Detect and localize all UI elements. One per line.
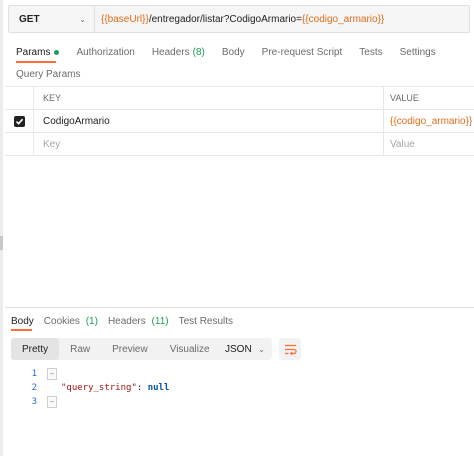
params-active-dot-icon xyxy=(54,49,60,55)
format-select[interactable]: JSON ⌄ xyxy=(218,338,272,360)
param-key-cell[interactable]: CodigoArmario xyxy=(34,110,384,132)
wrap-lines-icon xyxy=(284,344,297,355)
tab-headers[interactable]: Headers (8) xyxy=(152,47,205,58)
tab-body-label: Body xyxy=(221,46,245,58)
tab-params[interactable]: Params xyxy=(16,46,60,58)
wrap-lines-button[interactable] xyxy=(279,338,301,360)
raw-button[interactable]: Raw xyxy=(59,338,101,360)
checkmark-icon xyxy=(15,118,23,125)
new-row-check-cell xyxy=(5,133,34,155)
url-path: /entregador/listar?CodigoArmario= xyxy=(148,13,302,25)
column-header-value: VALUE xyxy=(390,93,419,103)
param-enabled-checkbox[interactable] xyxy=(13,115,25,127)
tab-settings-label: Settings xyxy=(399,46,436,58)
url-base-variable[interactable]: {{baseUrl}} xyxy=(101,14,149,25)
response-tabs: Body Cookies (1) Headers (11) Test Resul… xyxy=(11,314,243,328)
sidebar-resize-handle[interactable] xyxy=(0,236,3,250)
method-label: GET xyxy=(19,13,40,25)
line-number: 2 xyxy=(31,383,37,393)
resp-tab-cookies-label: Cookies xyxy=(43,315,80,327)
resp-tab-headers[interactable]: Headers (11) xyxy=(108,316,169,327)
resp-tab-headers-count: (11) xyxy=(151,315,169,327)
tab-tests[interactable]: Tests xyxy=(359,47,382,58)
code-line: 2 "query_string": null xyxy=(11,381,471,395)
tab-headers-label: Headers xyxy=(151,46,190,58)
code-line: 1 − xyxy=(11,367,471,381)
tab-prerequest-script[interactable]: Pre-request Script xyxy=(262,47,343,58)
left-edge-strip xyxy=(0,0,3,456)
json-key: "query_string" xyxy=(61,383,137,393)
new-value-input[interactable]: Value xyxy=(384,133,474,155)
fold-marker-icon[interactable]: − xyxy=(47,368,57,380)
active-tab-indicator xyxy=(16,61,56,63)
tab-params-label: Params xyxy=(16,46,51,58)
table-header-row: KEY VALUE xyxy=(5,86,474,110)
column-header-key: KEY xyxy=(34,87,384,109)
view-mode-group: Pretty Raw Preview Visualize xyxy=(11,338,221,360)
tab-tests-label: Tests xyxy=(359,46,383,58)
query-params-title: Query Params xyxy=(16,69,81,80)
resp-tab-body[interactable]: Body xyxy=(11,316,34,327)
param-value-cell[interactable]: {{codigo_armario}} xyxy=(384,110,474,132)
visualize-button[interactable]: Visualize xyxy=(159,338,221,360)
new-key-input[interactable]: Key xyxy=(34,133,384,155)
tab-prerequest-label: Pre-request Script xyxy=(261,46,343,58)
request-tabs: Params Authorization Headers (8) Body Pr… xyxy=(16,44,453,60)
resp-tab-cookies-count: (1) xyxy=(85,315,98,327)
tab-authorization-label: Authorization xyxy=(76,46,135,58)
tab-settings[interactable]: Settings xyxy=(400,47,436,58)
table-row: CodigoArmario {{codigo_armario}} xyxy=(5,110,474,133)
response-body-editor[interactable]: 1 − 2 "query_string": null 3 − xyxy=(11,367,471,409)
row-check-cell xyxy=(5,110,34,132)
header-check-cell xyxy=(5,87,34,109)
line-number: 1 xyxy=(31,369,37,379)
pretty-button[interactable]: Pretty xyxy=(11,338,60,360)
resp-tab-test-results[interactable]: Test Results xyxy=(179,316,233,327)
url-input[interactable]: {{baseUrl}}/entregador/listar?CodigoArma… xyxy=(95,6,469,32)
fold-marker-icon[interactable]: − xyxy=(47,396,57,408)
code-line: 3 − xyxy=(11,395,471,409)
format-select-label: JSON xyxy=(225,343,252,355)
chevron-down-icon: ⌄ xyxy=(258,344,265,354)
json-colon: : xyxy=(136,383,148,393)
resp-tab-headers-label: Headers xyxy=(107,315,146,327)
response-pane-divider[interactable] xyxy=(5,307,474,308)
chevron-down-icon: ⌄ xyxy=(79,14,86,24)
request-url-bar: GET ⌄ {{baseUrl}}/entregador/listar?Codi… xyxy=(8,5,470,33)
resp-tab-cookies[interactable]: Cookies (1) xyxy=(44,316,98,327)
method-select[interactable]: GET ⌄ xyxy=(9,6,95,32)
json-entry: "query_string": null xyxy=(61,383,169,393)
json-value: null xyxy=(147,383,170,393)
url-param-variable[interactable]: {{codigo_armario}} xyxy=(302,14,384,25)
response-active-tab-indicator xyxy=(11,329,32,331)
tab-body[interactable]: Body xyxy=(222,47,245,58)
preview-button[interactable]: Preview xyxy=(101,338,159,360)
table-row-new: Key Value xyxy=(5,133,474,156)
query-params-table: KEY VALUE CodigoArmario {{codigo_armario… xyxy=(5,86,474,156)
tab-headers-count: (8) xyxy=(192,46,205,58)
tab-authorization[interactable]: Authorization xyxy=(76,47,134,58)
line-number: 3 xyxy=(31,397,37,407)
